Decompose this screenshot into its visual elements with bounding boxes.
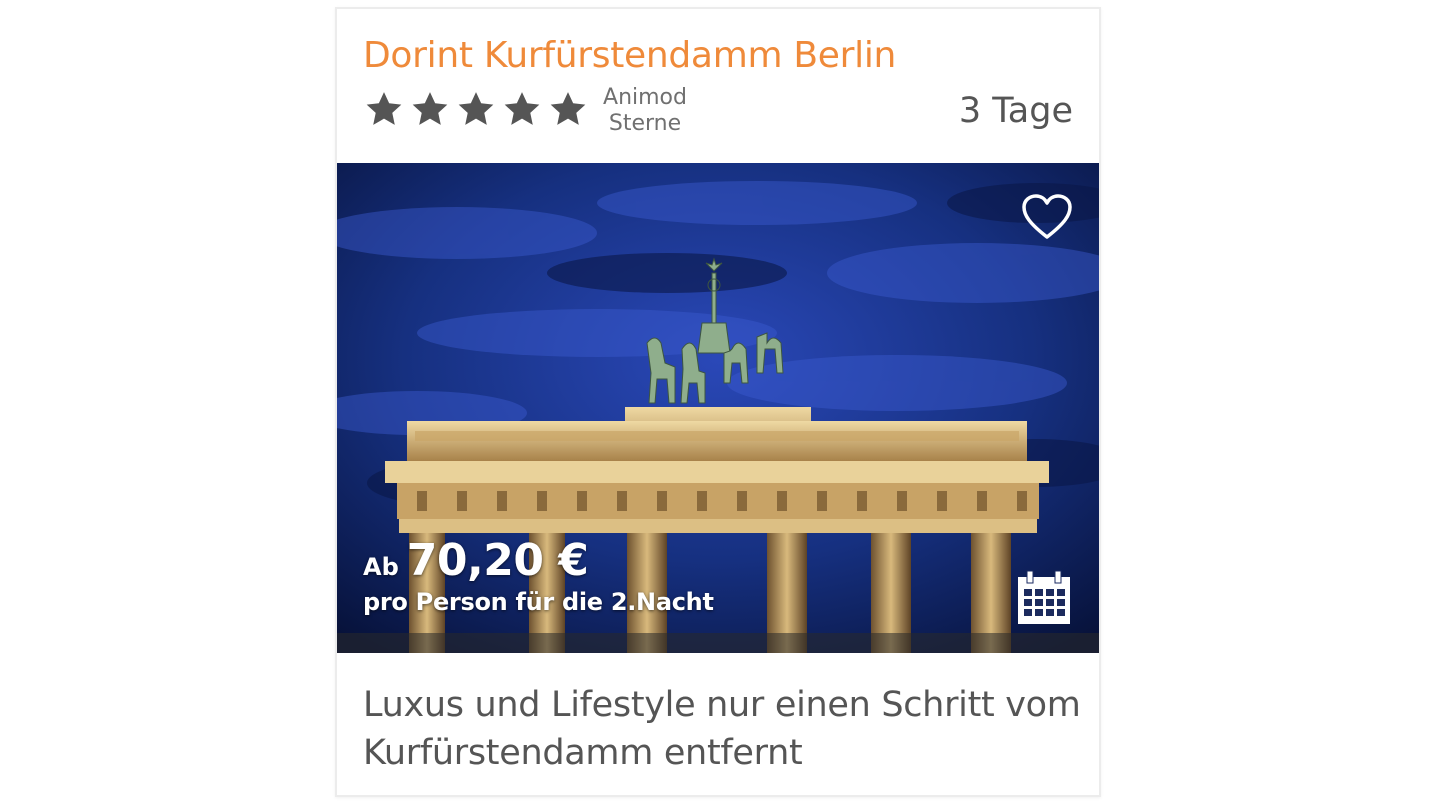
price-prefix: Ab <box>363 553 399 581</box>
hotel-title[interactable]: Dorint Kurfürstendamm Berlin <box>363 35 896 76</box>
favorite-heart-icon[interactable] <box>1021 193 1073 241</box>
hotel-offer-card[interactable]: Dorint Kurfürstendamm Berlin Animod Ster… <box>335 7 1101 797</box>
price-value: 70,20 € <box>406 535 589 586</box>
star-icon <box>409 89 451 131</box>
offer-description: Luxus und Lifestyle nur einen Schritt vo… <box>363 685 1081 773</box>
star-icon <box>363 89 405 131</box>
star-icon <box>501 89 543 131</box>
hotel-photo[interactable]: Ab 70,20 € pro Person für die 2.Nacht <box>337 163 1099 653</box>
star-icon <box>455 89 497 131</box>
price-note: pro Person für die 2.Nacht <box>363 588 714 616</box>
rating-label: Animod Sterne <box>585 85 705 137</box>
star-icon <box>547 89 589 131</box>
rating-label-line2: Sterne <box>608 111 682 136</box>
price-block: Ab 70,20 € pro Person für die 2.Nacht <box>363 535 714 616</box>
calendar-icon[interactable] <box>1015 569 1073 627</box>
star-rating <box>363 89 589 131</box>
duration-label: 3 Tage <box>958 91 1073 131</box>
rating-label-line1: Animod <box>603 85 687 110</box>
